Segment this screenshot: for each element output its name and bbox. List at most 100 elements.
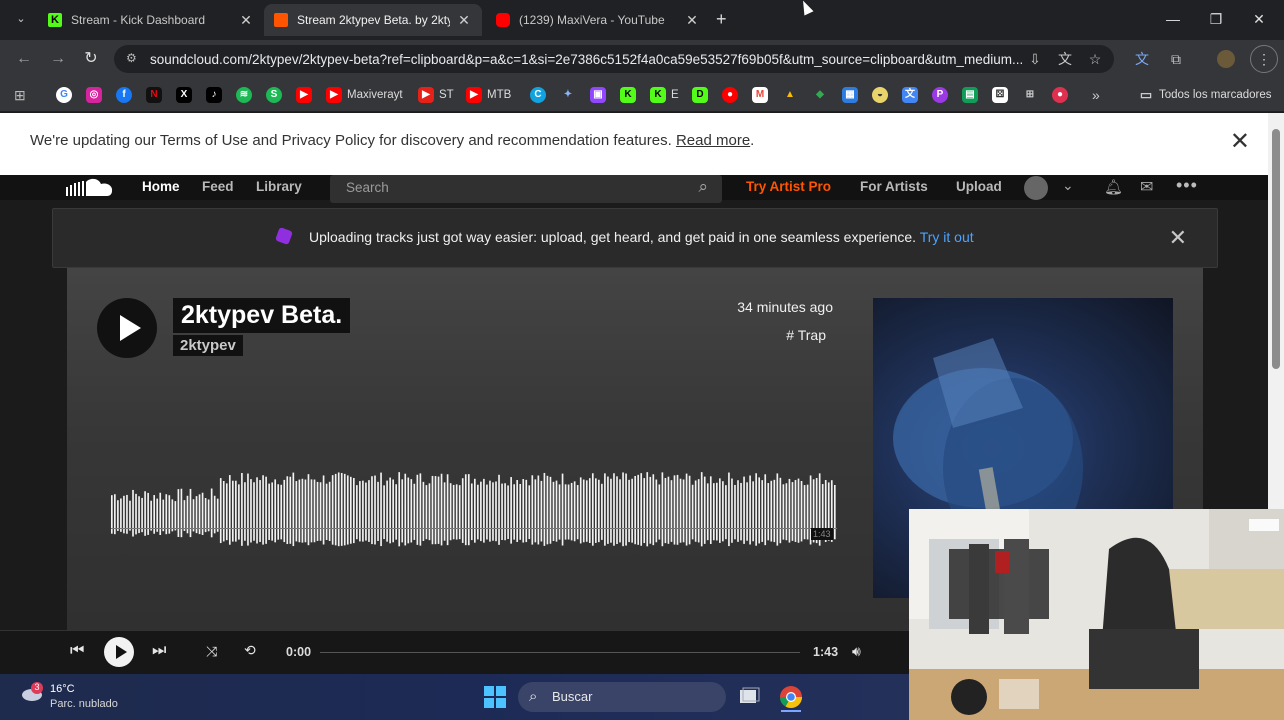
reload-button[interactable]: ↻ [81,49,101,69]
restore-button[interactable]: ❐ [1203,8,1229,30]
more-icon[interactable]: ••• [1176,175,1198,196]
bookmark-maxiverayt[interactable]: ▶ Maxiverayt [326,86,403,104]
nav-library[interactable]: Library [256,179,302,194]
s2-icon[interactable]: S [266,86,287,104]
bookmark-kick-e[interactable]: KE [650,86,679,104]
shuffle-icon[interactable]: ⤨ [206,643,217,660]
player-play-button[interactable] [104,637,134,667]
mail-icon[interactable]: ✉ [1140,177,1153,197]
red-circle-icon[interactable]: ● [1052,86,1073,104]
chrome-taskbar-icon[interactable] [776,682,806,712]
nav-home[interactable]: Home [142,179,180,194]
minimize-button[interactable]: — [1160,8,1186,30]
window-close-button[interactable]: ✕ [1246,8,1272,30]
try-artist-pro-link[interactable]: Try Artist Pro [746,179,831,194]
dice-icon[interactable]: ⚄ [992,86,1013,104]
avatar[interactable] [1024,176,1048,200]
translate-icon[interactable]: 文 [1055,49,1075,69]
close-icon[interactable]: ✕ [238,12,254,29]
tab-soundcloud[interactable]: Stream 2ktypev Beta. by 2ktype ✕ [264,4,482,36]
next-icon[interactable]: ⏭ [152,642,166,660]
forward-button[interactable]: → [48,49,68,69]
upload-link[interactable]: Upload [956,179,1002,194]
waveform-bar [573,481,576,542]
maps-icon[interactable]: ◆ [812,86,833,104]
chevron-down-icon[interactable]: ⌄ [1062,177,1074,194]
waveform-bar [419,473,422,546]
purple-app-icon[interactable]: P [932,86,953,104]
close-promo-button[interactable]: ✕ [1169,225,1187,251]
taskbar-search[interactable]: ⌕ Buscar [518,682,726,712]
tab-kick-dashboard[interactable]: K Stream - Kick Dashboard ✕ [38,4,264,36]
duration: 1:43 [813,645,839,659]
kick-icon[interactable]: K [620,86,641,104]
for-artists-link[interactable]: For Artists [860,179,928,194]
gmail-icon[interactable]: M [752,86,773,104]
bell-icon[interactable]: 🔔︎ [1104,178,1123,196]
install-app-icon[interactable]: ⇩ [1025,49,1045,69]
d-icon[interactable]: D [692,86,713,104]
address-bar[interactable]: ⚙ soundcloud.com/2ktypev/2ktypev-beta?re… [114,45,1114,73]
bookmark-star-icon[interactable]: ☆ [1085,49,1105,69]
netflix-icon[interactable]: N [146,86,167,104]
weather-icon[interactable]: 3 [20,682,46,702]
calculator-icon[interactable]: ▦ [842,86,863,104]
more-bookmarks-icon[interactable]: » [1092,86,1100,104]
bookmark-st[interactable]: ▶ ST [418,86,454,104]
tab-search-button[interactable]: ⌄ [12,10,30,28]
tiktok-icon[interactable]: ♪ [206,86,227,104]
waveform[interactable] [111,472,837,568]
nav-feed[interactable]: Feed [202,179,234,194]
search-input[interactable]: Search ⌕ [330,175,722,203]
close-icon[interactable]: ✕ [456,12,472,29]
progress-bar[interactable] [320,652,800,653]
repeat-icon[interactable]: ⟲ [244,642,256,659]
chrome-menu-icon[interactable]: ⋮ [1250,45,1278,73]
profile-avatar[interactable] [1216,49,1236,69]
spotify-icon[interactable]: ≋ [236,86,257,104]
instagram-icon[interactable]: ◎ [86,86,107,104]
site-info-icon[interactable]: ⚙ [126,51,140,65]
previous-icon[interactable]: ⏮ [70,642,84,660]
apps-icon[interactable]: ⊞ [14,86,26,104]
close-banner-button[interactable]: ✕ [1230,127,1250,156]
bookmark-mtb[interactable]: ▶ MTB [466,86,511,104]
translate-extension-icon[interactable]: 文 [1132,49,1152,69]
facebook-icon[interactable]: f [116,86,137,104]
close-icon[interactable]: ✕ [684,12,700,29]
translate-icon[interactable]: 文 [902,86,923,104]
read-more-link[interactable]: Read more [676,132,750,149]
waveform-bar [725,485,727,540]
track-artist-link[interactable]: 2ktypev [173,335,243,356]
google-icon[interactable]: G [56,86,77,104]
sheets-icon[interactable]: ▤ [962,86,983,104]
chatgpt-icon[interactable]: C [530,86,551,104]
waveform-bar [204,497,207,533]
gemini-icon[interactable]: ✦ [560,86,581,104]
tab-youtube[interactable]: (1239) MaxiVera - YouTube ✕ [486,4,710,36]
volume-icon[interactable]: 🔊︎ [852,643,861,660]
back-button[interactable]: ← [14,49,34,69]
new-tab-button[interactable]: + [716,9,727,30]
genre-tag[interactable]: # Trap [786,327,826,343]
waveform-bar [395,484,398,540]
grid-app-icon[interactable]: ⊞ [1022,86,1043,104]
extensions-icon[interactable]: ⧉ [1166,49,1186,69]
x-icon[interactable]: X [176,86,197,104]
twitch-icon[interactable]: ▣ [590,86,611,104]
search-icon[interactable]: ⌕ [698,177,708,197]
windows-start-icon[interactable] [484,686,506,708]
drive-icon[interactable]: ▲ [782,86,803,104]
yellow-icon[interactable]: ◒ [872,86,893,104]
try-it-out-link[interactable]: Try it out [920,229,974,245]
waveform-bar [123,495,125,534]
youtube-icon[interactable]: ▶ [296,86,317,104]
all-bookmarks-folder[interactable]: ▭ Todos los marcadores [1138,86,1272,104]
soundcloud-logo[interactable] [66,177,114,197]
waveform-bar [464,474,467,546]
scrollbar-thumb[interactable] [1272,129,1280,369]
task-view-icon[interactable] [738,686,760,708]
youtube-music-icon[interactable]: ● [722,86,743,104]
play-button[interactable] [97,298,157,358]
waveform-bar [186,495,189,534]
